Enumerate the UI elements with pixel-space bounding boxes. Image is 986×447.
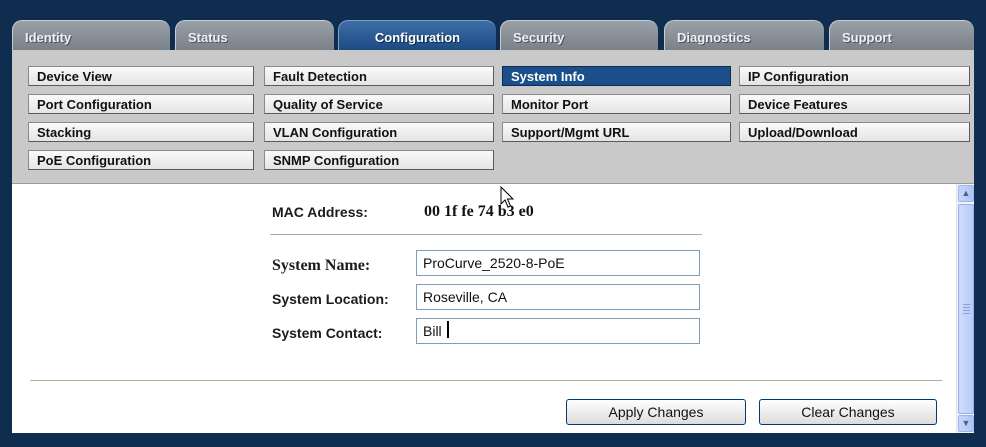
subnav-monitor-port[interactable]: Monitor Port bbox=[502, 94, 731, 114]
tab-label: Security bbox=[513, 30, 565, 45]
system-contact-label: System Contact: bbox=[272, 325, 383, 341]
subnav-upload-download[interactable]: Upload/Download bbox=[739, 122, 970, 142]
tab-label: Support bbox=[842, 30, 892, 45]
system-location-label: System Location: bbox=[272, 291, 389, 307]
tab-label: Configuration bbox=[374, 30, 461, 45]
mac-address-label: MAC Address: bbox=[272, 204, 368, 220]
subnav-port-configuration[interactable]: Port Configuration bbox=[28, 94, 254, 114]
tab-status[interactable]: Status bbox=[175, 20, 334, 50]
subnav-stacking[interactable]: Stacking bbox=[28, 122, 254, 142]
subnav-quality-of-service[interactable]: Quality of Service bbox=[264, 94, 494, 114]
tab-label: Status bbox=[188, 30, 228, 45]
tab-configuration[interactable]: Configuration bbox=[338, 20, 496, 50]
vertical-scrollbar[interactable]: ▲ ▼ bbox=[956, 184, 974, 433]
tab-label: Diagnostics bbox=[677, 30, 751, 45]
system-contact-input[interactable] bbox=[416, 318, 700, 344]
subnav-snmp-configuration[interactable]: SNMP Configuration bbox=[264, 150, 494, 170]
mac-address-value: 00 1f fe 74 b3 e0 bbox=[424, 203, 534, 220]
subnav-support-mgmt-url[interactable]: Support/Mgmt URL bbox=[502, 122, 731, 142]
apply-changes-button[interactable]: Apply Changes bbox=[566, 399, 746, 425]
sub-navigation: Device View Fault Detection System Info … bbox=[12, 50, 974, 184]
tab-support[interactable]: Support bbox=[829, 20, 974, 50]
tab-diagnostics[interactable]: Diagnostics bbox=[664, 20, 824, 50]
tab-identity[interactable]: Identity bbox=[12, 20, 170, 50]
tab-label: Identity bbox=[25, 30, 72, 45]
subnav-poe-configuration[interactable]: PoE Configuration bbox=[28, 150, 254, 170]
divider bbox=[270, 234, 702, 236]
divider bbox=[30, 380, 942, 382]
clear-changes-button[interactable]: Clear Changes bbox=[759, 399, 937, 425]
mouse-pointer-icon bbox=[500, 186, 515, 208]
app-frame: Identity Status Configuration Security D… bbox=[0, 0, 986, 447]
subnav-ip-configuration[interactable]: IP Configuration bbox=[739, 66, 970, 86]
text-caret bbox=[447, 321, 449, 338]
content-area: MAC Address: 00 1f fe 74 b3 e0 System Na… bbox=[12, 184, 956, 433]
system-location-input[interactable] bbox=[416, 284, 700, 310]
subnav-device-features[interactable]: Device Features bbox=[739, 94, 970, 114]
system-name-label: System Name: bbox=[272, 257, 371, 274]
subnav-fault-detection[interactable]: Fault Detection bbox=[264, 66, 494, 86]
subnav-device-view[interactable]: Device View bbox=[28, 66, 254, 86]
scroll-up-button[interactable]: ▲ bbox=[958, 185, 974, 202]
scroll-thumb[interactable] bbox=[958, 204, 974, 414]
scroll-down-button[interactable]: ▼ bbox=[958, 415, 974, 432]
subnav-vlan-configuration[interactable]: VLAN Configuration bbox=[264, 122, 494, 142]
subnav-system-info[interactable]: System Info bbox=[502, 66, 731, 86]
system-name-input[interactable] bbox=[416, 250, 700, 276]
tab-security[interactable]: Security bbox=[500, 20, 658, 50]
